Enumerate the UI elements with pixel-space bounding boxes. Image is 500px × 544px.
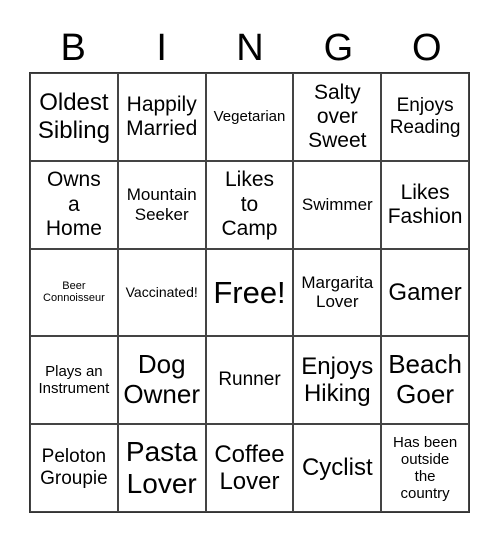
header-letter-o: O	[412, 27, 442, 69]
bingo-cell[interactable]: Beer Connoisseur	[30, 248, 118, 337]
bingo-cell[interactable]: Runner	[205, 336, 294, 425]
bingo-cell[interactable]: Margarita Lover	[293, 248, 382, 337]
bingo-cell[interactable]: Beach Goer	[381, 336, 469, 425]
free-space-cell[interactable]: Free!	[205, 248, 294, 337]
header-letter-i: I	[156, 27, 167, 69]
bingo-cell[interactable]: Enjoys Hiking	[293, 336, 382, 425]
bingo-cell[interactable]: Has been outside the country	[381, 424, 469, 512]
bingo-cell[interactable]: Salty over Sweet	[293, 73, 382, 161]
bingo-cell[interactable]: Coffee Lover	[205, 424, 294, 512]
bingo-cell[interactable]: Likes to Camp	[205, 160, 294, 249]
bingo-cell[interactable]: Swimmer	[293, 160, 382, 249]
bingo-cell[interactable]: Enjoys Reading	[381, 73, 469, 161]
bingo-cell[interactable]: Oldest Sibling	[30, 73, 118, 161]
bingo-cell[interactable]: Pasta Lover	[117, 424, 206, 512]
bingo-header: B I N G O	[29, 28, 471, 68]
bingo-cell[interactable]: Owns a Home	[30, 160, 118, 249]
bingo-cell[interactable]: Cyclist	[293, 424, 382, 512]
bingo-cell[interactable]: Happily Married	[117, 73, 206, 161]
header-letter-b: B	[60, 27, 86, 69]
bingo-cell[interactable]: Gamer	[381, 248, 469, 337]
bingo-cell[interactable]: Vegetarian	[205, 73, 294, 161]
header-letter-g: G	[323, 27, 354, 69]
bingo-cell[interactable]: Likes Fashion	[381, 160, 469, 249]
bingo-cell[interactable]: Vaccinated!	[117, 248, 206, 337]
bingo-grid: Oldest Sibling Happily Married Vegetaria…	[29, 72, 470, 513]
bingo-cell[interactable]: Dog Owner	[117, 336, 206, 425]
bingo-cell[interactable]: Mountain Seeker	[117, 160, 206, 249]
bingo-cell[interactable]: Plays an Instrument	[30, 336, 118, 425]
bingo-cell[interactable]: Peloton Groupie	[30, 424, 118, 512]
header-letter-n: N	[236, 27, 264, 69]
